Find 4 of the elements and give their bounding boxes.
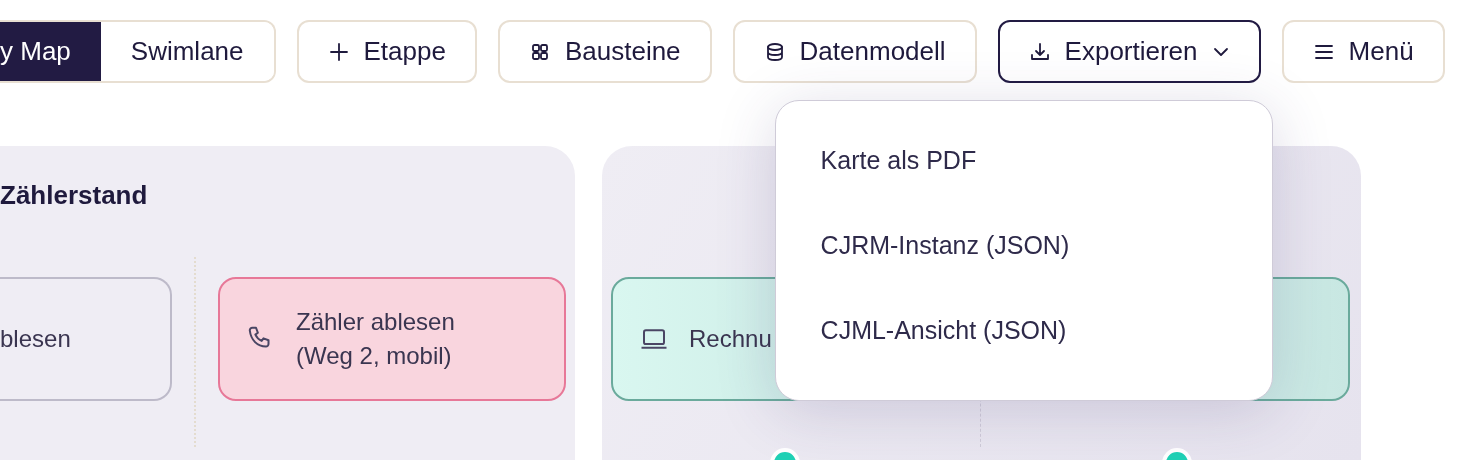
lane-title: Zählerstand	[0, 180, 149, 212]
card-label: blesen	[0, 324, 71, 354]
card-label: Rechnu	[689, 324, 772, 354]
card-label: Zähler ablesen (Weg 2, mobil)	[296, 307, 455, 371]
